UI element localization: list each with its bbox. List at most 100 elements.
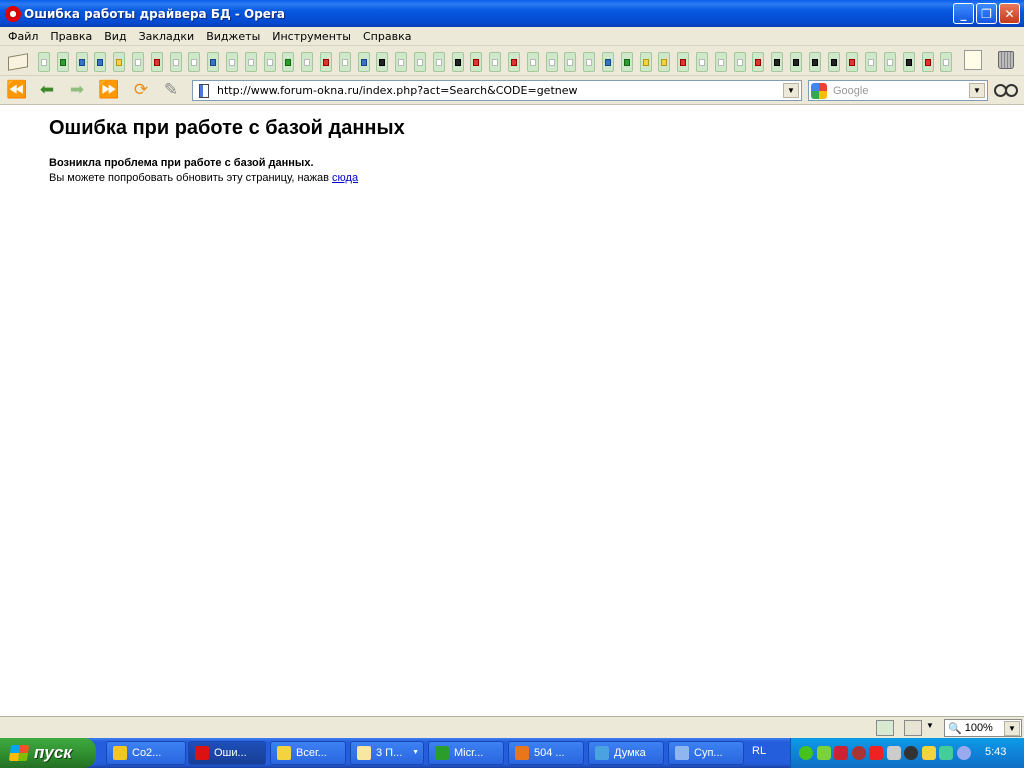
binoculars-icon[interactable] bbox=[994, 84, 1018, 97]
bookmark-folder-icon[interactable] bbox=[113, 52, 126, 72]
taskbar-item[interactable]: Всег... bbox=[270, 741, 346, 765]
bookmark-blank-icon[interactable] bbox=[38, 52, 50, 72]
menu-widgets[interactable]: Виджеты bbox=[200, 30, 266, 43]
panel-toggle-icon[interactable] bbox=[876, 720, 894, 736]
taskbar-item[interactable]: 504 ... bbox=[508, 741, 584, 765]
bookmark-blank-icon[interactable] bbox=[583, 52, 596, 72]
bookmark-down-arrow-icon[interactable] bbox=[94, 52, 107, 72]
rewind-icon[interactable]: ⏪ bbox=[6, 80, 28, 100]
bookmark-blank-icon[interactable] bbox=[564, 52, 577, 72]
tray-icon[interactable] bbox=[939, 746, 953, 760]
taskbar-item[interactable]: Думка bbox=[588, 741, 664, 765]
menu-view[interactable]: Вид bbox=[98, 30, 132, 43]
bookmark-dark-icon[interactable] bbox=[902, 52, 915, 72]
menu-tools[interactable]: Инструменты bbox=[266, 30, 357, 43]
bookmark-m-icon[interactable] bbox=[451, 52, 464, 72]
bookmark-blank-icon[interactable] bbox=[244, 52, 257, 72]
bookmark-dark-icon[interactable] bbox=[790, 52, 802, 72]
search-box[interactable]: Google ▼ bbox=[808, 80, 988, 101]
bookmark-search-icon[interactable] bbox=[696, 52, 708, 72]
address-dropdown-button[interactable]: ▼ bbox=[783, 83, 799, 98]
reload-icon[interactable]: ⟳ bbox=[130, 80, 152, 100]
bookmark-blank-icon[interactable] bbox=[188, 52, 201, 72]
tray-icon[interactable] bbox=[869, 746, 883, 760]
taskbar-item[interactable]: Micr... bbox=[428, 741, 504, 765]
trash-icon[interactable] bbox=[998, 51, 1014, 69]
tray-icon[interactable] bbox=[956, 746, 971, 760]
tray-icon[interactable] bbox=[851, 746, 866, 760]
bookmark-excel-icon[interactable] bbox=[56, 52, 69, 72]
bookmark-blank-icon[interactable] bbox=[226, 52, 238, 72]
tray-icon[interactable] bbox=[886, 746, 901, 760]
clock[interactable]: 5:43 bbox=[985, 746, 1006, 758]
taskbar-item[interactable]: 3 П... ▼ bbox=[350, 741, 424, 765]
bookmark-gmail-icon[interactable] bbox=[150, 52, 163, 72]
bookmark-b-icon[interactable] bbox=[376, 52, 389, 72]
bookmark-blank-icon[interactable] bbox=[884, 52, 896, 72]
bookmark-blank-icon[interactable] bbox=[865, 52, 878, 72]
bookmark-dark-icon[interactable] bbox=[771, 52, 784, 72]
bookmark-blank-icon[interactable] bbox=[940, 52, 953, 72]
taskbar-item[interactable]: Co2... bbox=[106, 741, 186, 765]
bookmark-play-icon[interactable] bbox=[752, 52, 765, 72]
tray-icon[interactable] bbox=[834, 746, 848, 760]
bookmark-yandex-icon[interactable] bbox=[470, 52, 483, 72]
bookmark-refresh-icon[interactable] bbox=[338, 52, 351, 72]
bookmark-star-icon[interactable] bbox=[658, 52, 671, 72]
fast-forward-icon[interactable]: ⏩ bbox=[98, 80, 120, 100]
zoom-control[interactable]: 🔍 100% ▼ bbox=[944, 719, 1022, 737]
address-bar[interactable]: http://www.forum-okna.ru/index.php?act=S… bbox=[192, 80, 802, 101]
tray-icon[interactable] bbox=[799, 746, 813, 760]
bookmark-down-arrow-icon[interactable] bbox=[75, 52, 88, 72]
new-note-icon[interactable] bbox=[964, 50, 982, 70]
bookmark-blank-icon[interactable] bbox=[545, 52, 558, 72]
bookmark-blank-icon[interactable] bbox=[432, 52, 445, 72]
search-placeholder[interactable]: Google bbox=[833, 85, 868, 97]
bookmark-p-icon[interactable] bbox=[827, 52, 840, 72]
bookmark-film-icon[interactable] bbox=[677, 52, 690, 72]
bookmark-bookmark-icon[interactable] bbox=[132, 52, 144, 72]
bookmark-blank-icon[interactable] bbox=[714, 52, 727, 72]
tray-icon[interactable] bbox=[816, 746, 831, 760]
forward-arrow-icon[interactable]: ➡ bbox=[66, 80, 88, 100]
bookmark-stop-icon[interactable] bbox=[320, 52, 332, 72]
bookmark-blank-icon[interactable] bbox=[489, 52, 502, 72]
edit-pencil-icon[interactable]: ✎ bbox=[160, 80, 182, 100]
menu-edit[interactable]: Правка bbox=[44, 30, 98, 43]
zoom-dropdown-button[interactable]: ▼ bbox=[1004, 721, 1020, 736]
start-button[interactable]: пуск bbox=[0, 738, 96, 768]
bookmarks-panel-icon[interactable] bbox=[6, 52, 30, 70]
image-display-icon[interactable] bbox=[904, 720, 922, 736]
bookmark-down-arrow-icon[interactable] bbox=[357, 52, 370, 72]
bookmark-key-icon[interactable] bbox=[639, 52, 652, 72]
tray-icon[interactable] bbox=[921, 746, 936, 760]
bookmark-dark-icon[interactable] bbox=[808, 52, 821, 72]
bookmark-chart-icon[interactable] bbox=[282, 52, 295, 72]
bookmark-yandex-icon[interactable] bbox=[846, 52, 859, 72]
bookmark-check-icon[interactable] bbox=[395, 52, 408, 72]
search-engine-dropdown-button[interactable]: ▼ bbox=[969, 83, 985, 98]
menu-bookmarks[interactable]: Закладки bbox=[133, 30, 201, 43]
close-button[interactable]: ✕ bbox=[999, 3, 1020, 24]
minimize-button[interactable]: _ bbox=[953, 3, 974, 24]
menu-help[interactable]: Справка bbox=[357, 30, 417, 43]
bookmark-blank-icon[interactable] bbox=[301, 52, 314, 72]
bookmark-blank-icon[interactable] bbox=[526, 52, 539, 72]
taskbar-item[interactable]: Суп... bbox=[668, 741, 744, 765]
bookmark-blank-icon[interactable] bbox=[263, 52, 276, 72]
menu-file[interactable]: Файл bbox=[2, 30, 44, 43]
taskbar-item[interactable]: Оши... bbox=[188, 741, 266, 765]
bookmark-yandex-icon[interactable] bbox=[921, 52, 934, 72]
maximize-button[interactable]: ❐ bbox=[976, 3, 997, 24]
bookmark-blank-icon[interactable] bbox=[169, 52, 182, 72]
tray-icon[interactable] bbox=[904, 746, 918, 760]
refresh-link[interactable]: сюда bbox=[332, 172, 358, 184]
language-indicator[interactable]: RL bbox=[752, 745, 766, 757]
bookmark-screen-icon[interactable] bbox=[602, 52, 614, 72]
bookmark-pencil-icon[interactable] bbox=[733, 52, 746, 72]
bookmark-flag-icon[interactable] bbox=[620, 52, 633, 72]
back-arrow-icon[interactable]: ⬅ bbox=[36, 80, 58, 100]
bookmark-word-icon[interactable] bbox=[207, 52, 220, 72]
image-dropdown-icon[interactable]: ▼ bbox=[926, 721, 934, 730]
bookmark-circle-icon[interactable] bbox=[508, 52, 520, 72]
